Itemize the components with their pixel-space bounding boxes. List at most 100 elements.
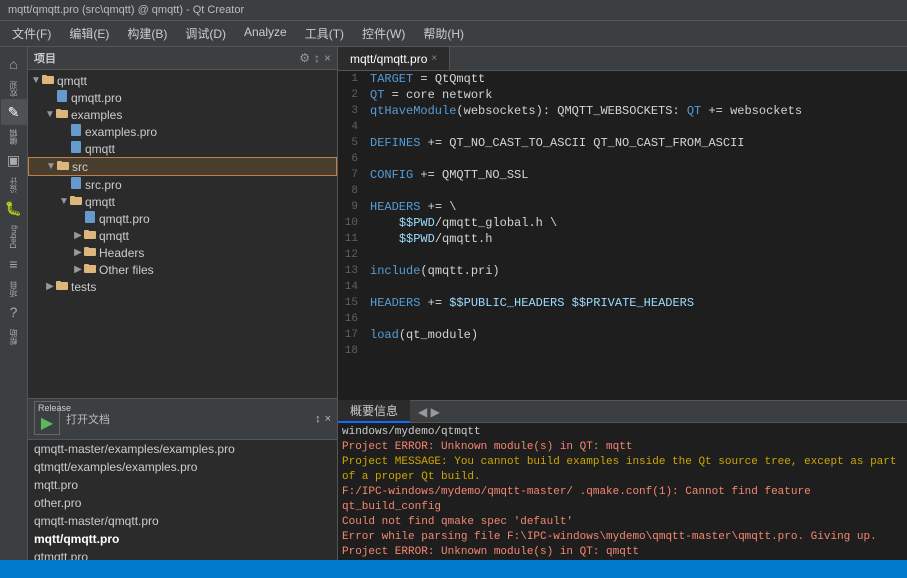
code-line: 5DEFINES += QT_NO_CAST_TO_ASCII QT_NO_CA… [338,135,907,151]
menu-item-t[interactable]: 工具(T) [297,23,352,44]
code-line: 2QT = core network [338,87,907,103]
line-content: HEADERS += $$PUBLIC_HEADERS $$PRIVATE_HE… [366,295,694,311]
line-number: 5 [338,135,366,151]
menu-item-w[interactable]: 控件(W) [354,23,413,44]
output-line: Project MESSAGE: You cannot build exampl… [342,455,903,485]
docs-close-icon[interactable]: × [325,413,331,425]
edit-icon[interactable]: ✎ [1,99,27,125]
tree-arrow-icon[interactable]: ▶ [72,264,84,275]
output-line: Project ERROR: Unknown module(s) in QT: … [342,545,903,560]
doc-item[interactable]: mqtt/qmqtt.pro [28,530,337,548]
output-line: F:/IPC-windows/mydemo/qmqtt-master/ .qma… [342,485,903,515]
tree-item[interactable]: ▼examples [28,106,337,123]
tree-label: qmqtt [85,195,115,209]
code-line: 9HEADERS += \ [338,199,907,215]
debug-icon[interactable]: 🐛 [1,195,27,221]
active-editor-tab[interactable]: mqtt/qmqtt.pro × [338,47,450,70]
tree-item[interactable]: ▼qmqtt [28,72,337,89]
tree-node-icon [57,159,69,174]
docs-filter-icon[interactable]: ↕ [315,413,321,425]
tree-item[interactable]: examples.pro [28,123,337,140]
line-content: $$PWD/qmqtt.h [366,231,492,247]
tree-item[interactable]: qmqtt.pro [28,210,337,227]
line-content: TARGET = QtQmqtt [366,71,485,87]
tree-node-icon [42,73,54,88]
panel-header-icons: ⚙ ↕ × [299,51,331,65]
line-number: 9 [338,199,366,215]
code-line: 3qtHaveModule(websockets): QMQTT_WEBSOCK… [338,103,907,119]
doc-item[interactable]: mqtt.pro [28,476,337,494]
tree-label: Headers [99,246,144,260]
doc-item[interactable]: other.pro [28,494,337,512]
sidebar-label-3: Debug [9,225,18,249]
tree-arrow-icon[interactable]: ▶ [72,247,84,258]
doc-item[interactable]: qtmqtt.pro [28,548,337,560]
welcome-icon[interactable]: ⌂ [1,51,27,77]
output-content: windows/mydemo/qtmqtt Project ERROR: Unkn… [338,423,907,560]
close-panel-icon[interactable]: × [324,51,331,65]
doc-item[interactable]: qtmqtt/examples/examples.pro [28,458,337,476]
sidebar-label-1: 编辑 [8,129,19,145]
tree-arrow-icon[interactable]: ▼ [45,161,57,172]
line-content: include(qmqtt.pri) [366,263,500,279]
tree-arrow-icon[interactable]: ▶ [72,230,84,241]
output-line: windows/mydemo/qtmqtt [342,425,903,440]
design-icon[interactable]: ▣ [1,147,27,173]
menu-item-analyze[interactable]: Analyze [236,23,295,44]
tree-node-icon [70,124,82,139]
code-editor[interactable]: 1TARGET = QtQmqtt2QT = core network3qtHa… [338,71,907,400]
line-content [366,279,377,295]
line-number: 15 [338,295,366,311]
doc-item[interactable]: qmqtt-master/qmqtt.pro [28,512,337,530]
tree-item[interactable]: ▼ qmqtt [28,193,337,210]
tree-item[interactable]: ▶qmqtt [28,227,337,244]
line-content: $$PWD/qmqtt_global.h \ [366,215,557,231]
line-content [366,343,377,359]
tree-item[interactable]: ▶Other files [28,261,337,278]
code-line: 18 [338,343,907,359]
tab-close-icon[interactable]: × [431,53,437,64]
menu-item-d[interactable]: 调试(D) [177,23,234,44]
line-number: 1 [338,71,366,87]
doc-item[interactable]: qmqtt-master/examples/examples.pro [28,440,337,458]
tree-node-icon [84,262,96,277]
line-content [366,119,377,135]
tree-arrow-icon[interactable]: ▶ [44,281,56,292]
tree-node-icon [70,141,82,156]
open-docs-title: 打开文档 [66,411,110,427]
output-tab-summary[interactable]: 概要信息 [338,400,410,423]
tree-arrow-icon[interactable]: ▼ [58,196,70,207]
menu-item-e[interactable]: 编辑(E) [61,23,117,44]
line-number: 14 [338,279,366,295]
open-docs-header: Release ▶ 打开文档 ↕ × [28,399,337,440]
tree-item[interactable]: qmqtt.pro [28,89,337,106]
line-content [366,311,377,327]
open-docs-panel: Release ▶ 打开文档 ↕ × qmqtt-master/examples… [28,398,337,560]
tree-node-icon [70,177,82,192]
tree-item[interactable]: qmqtt [28,140,337,157]
right-area: mqtt/qmqtt.pro × 1TARGET = QtQmqtt2QT = … [338,47,907,560]
code-line: 11 $$PWD/qmqtt.h [338,231,907,247]
line-number: 12 [338,247,366,263]
project-icon[interactable]: ≡ [1,251,27,277]
menu-item-h[interactable]: 帮助(H) [415,23,472,44]
tree-item[interactable]: ▶ Headers [28,244,337,261]
menu-item-b[interactable]: 构建(B) [119,23,175,44]
code-line: 13include(qmqtt.pri) [338,263,907,279]
tree-item[interactable]: ▶tests [28,278,337,295]
line-content [366,247,377,263]
menu-item-f[interactable]: 文件(F) [4,23,59,44]
sync-icon[interactable]: ↕ [314,51,320,65]
tree-node-icon [84,211,96,226]
tree-arrow-icon[interactable]: ▼ [30,75,42,86]
code-line: 8 [338,183,907,199]
line-content: DEFINES += QT_NO_CAST_TO_ASCII QT_NO_CAS… [366,135,744,151]
filter-icon[interactable]: ⚙ [299,51,310,65]
output-tab-bar: 概要信息 ◀ ▶ [338,401,907,423]
tree-item[interactable]: src.pro [28,176,337,193]
play-icon[interactable]: ▶ [41,415,53,432]
help-icon[interactable]: ? [1,299,27,325]
tree-label: qmqtt.pro [99,212,150,226]
tree-item[interactable]: ▼src [28,157,337,176]
tree-arrow-icon[interactable]: ▼ [44,109,56,120]
